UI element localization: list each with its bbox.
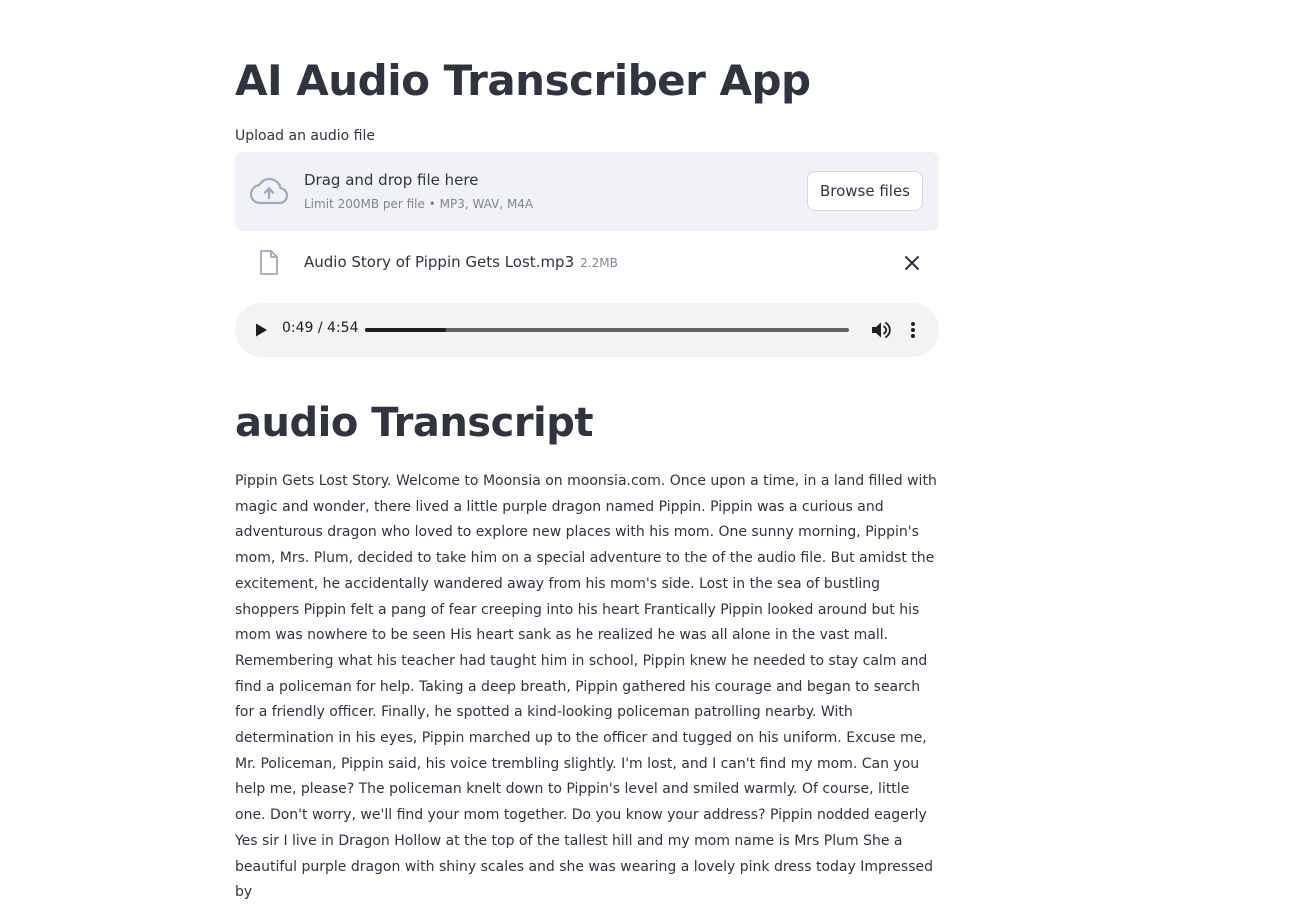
remove-file-icon[interactable] [903, 254, 921, 272]
cloud-upload-icon [250, 177, 288, 205]
file-size: 2.2MB [580, 256, 618, 270]
file-name-text: Audio Story of Pippin Gets Lost.mp3 [304, 253, 575, 271]
audio-player: 0:49 / 4:54 [235, 303, 939, 357]
file-icon [260, 250, 278, 275]
audio-progress-slider[interactable] [365, 328, 849, 332]
uploader-label: Upload an audio file [235, 128, 375, 144]
dropzone-limit: Limit 200MB per file • MP3, WAV, M4A [304, 197, 534, 211]
transcript-text: Pippin Gets Lost Story. Welcome to Moons… [235, 473, 937, 901]
uploaded-file-name: Audio Story of Pippin Gets Lost.mp3 2.2MB [304, 253, 618, 271]
more-options-icon[interactable] [905, 321, 921, 339]
transcript-heading: audio Transcript [235, 400, 594, 446]
browse-files-button[interactable]: Browse files [806, 171, 923, 211]
play-icon[interactable] [253, 322, 269, 338]
file-dropzone[interactable]: Drag and drop file here Limit 200MB per … [235, 152, 939, 231]
page-title: AI Audio Transcriber App [235, 56, 811, 105]
uploaded-file-row: Audio Story of Pippin Gets Lost.mp3 2.2MB [235, 246, 939, 280]
volume-icon[interactable] [871, 321, 891, 339]
dropzone-instruction: Drag and drop file here [304, 171, 479, 189]
audio-time: 0:49 / 4:54 [282, 320, 359, 336]
audio-progress-fill [365, 328, 446, 332]
